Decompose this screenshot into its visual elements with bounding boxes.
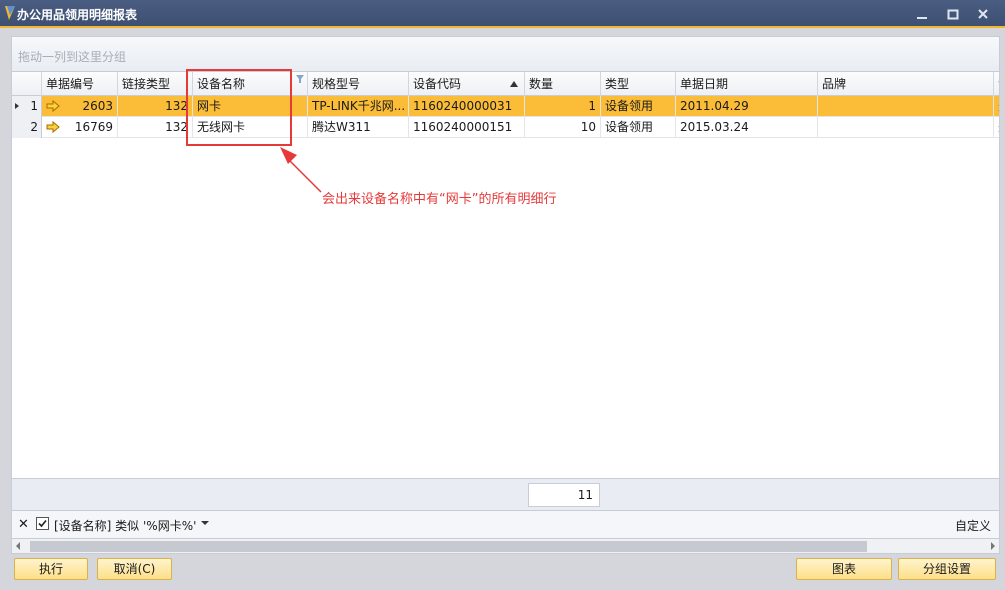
cell-model[interactable]: TP-LINK千兆网... [308,96,409,117]
arrow-right-icon[interactable] [46,99,60,113]
cell-brand[interactable] [818,96,994,117]
window-titlebar: 办公用品领用明细报表 [0,0,1005,28]
scrollbar-thumb[interactable] [30,541,867,552]
cell-extra[interactable]: 美 [994,117,999,138]
sort-ascending-icon [510,81,518,87]
filter-icon[interactable] [296,75,304,83]
minimize-icon[interactable] [914,6,930,22]
table-row[interactable]: 1 2603 132 网卡 TP-LINK千兆网... 116024000003… [12,96,999,117]
annotation-text: 会出来设备名称中有“网卡”的所有明细行 [322,192,557,207]
cancel-button[interactable]: 取消(C) [97,558,172,580]
grid-footer: 11 [11,479,1000,511]
row-indicator[interactable]: 1 [12,96,42,117]
cell-category[interactable]: 设备领用 [601,96,676,117]
clear-filter-icon[interactable]: ✕ [18,517,29,532]
cell-brand[interactable] [818,117,994,138]
cell-model[interactable]: 腾达W311 [308,117,409,138]
annotation-highlight-box [186,69,292,146]
arrow-right-icon[interactable] [46,120,60,134]
column-header-extra[interactable]: 领 [994,72,999,96]
row-number: 1 [30,99,38,113]
app-logo-icon [5,6,15,20]
column-header-qty[interactable]: 数量 [525,72,601,96]
current-row-icon [15,103,19,109]
cell-extra[interactable]: 美 [994,96,999,117]
group-by-panel[interactable]: 拖动一列到这里分组 [11,36,1000,72]
filter-expression[interactable]: [设备名称] 类似 '%网卡%' [54,517,196,534]
row-indicator-header [12,72,42,96]
column-header-device-code-label: 设备代码 [413,77,462,91]
row-indicator[interactable]: 2 [12,117,42,138]
cell-date[interactable]: 2011.04.29 [676,96,818,117]
horizontal-scrollbar[interactable] [11,539,1000,554]
filter-panel: ✕ [设备名称] 类似 '%网卡%' 自定义 [11,511,1000,539]
filter-dropdown-icon[interactable] [201,521,209,525]
column-header-date[interactable]: 单据日期 [676,72,818,96]
cell-qty[interactable]: 10 [525,117,601,138]
column-header-device-code[interactable]: 设备代码 [409,72,525,96]
filter-enabled-checkbox[interactable] [36,517,49,530]
data-grid[interactable]: 单据编号 链接类型 设备名称 规格型号 设备代码 数量 类型 单据日期 品牌 领… [11,72,1000,479]
column-header-doc-no[interactable]: 单据编号 [42,72,118,96]
annotation-arrow-icon [280,147,322,193]
grid-header: 单据编号 链接类型 设备名称 规格型号 设备代码 数量 类型 单据日期 品牌 领 [12,72,999,96]
chart-button[interactable]: 图表 [796,558,892,580]
group-by-hint: 拖动一列到这里分组 [18,50,127,64]
cell-device-code[interactable]: 1160240000151 [409,117,525,138]
qty-total: 11 [528,483,600,507]
cell-link-type[interactable]: 132 [118,117,193,138]
table-row[interactable]: 2 16769 132 无线网卡 腾达W311 1160240000151 10… [12,117,999,138]
scroll-left-icon[interactable] [16,542,20,550]
column-header-link-type[interactable]: 链接类型 [118,72,193,96]
column-header-model[interactable]: 规格型号 [308,72,409,96]
column-header-brand[interactable]: 品牌 [818,72,994,96]
cell-qty[interactable]: 1 [525,96,601,117]
close-icon[interactable] [975,6,991,22]
check-icon [38,519,47,528]
group-settings-button[interactable]: 分组设置 [898,558,996,580]
cell-date[interactable]: 2015.03.24 [676,117,818,138]
row-number: 2 [30,120,38,134]
maximize-icon[interactable] [945,6,961,22]
cell-doc-no[interactable]: 2603 [62,96,118,117]
cell-device-code[interactable]: 1160240000031 [409,96,525,117]
execute-button[interactable]: 执行 [14,558,88,580]
cell-link-type[interactable]: 132 [118,96,193,117]
cell-category[interactable]: 设备领用 [601,117,676,138]
scroll-right-icon[interactable] [991,542,995,550]
column-header-category[interactable]: 类型 [601,72,676,96]
cell-doc-no[interactable]: 16769 [62,117,118,138]
filter-custom-link[interactable]: 自定义 [955,517,991,534]
window-title: 办公用品领用明细报表 [17,8,138,22]
